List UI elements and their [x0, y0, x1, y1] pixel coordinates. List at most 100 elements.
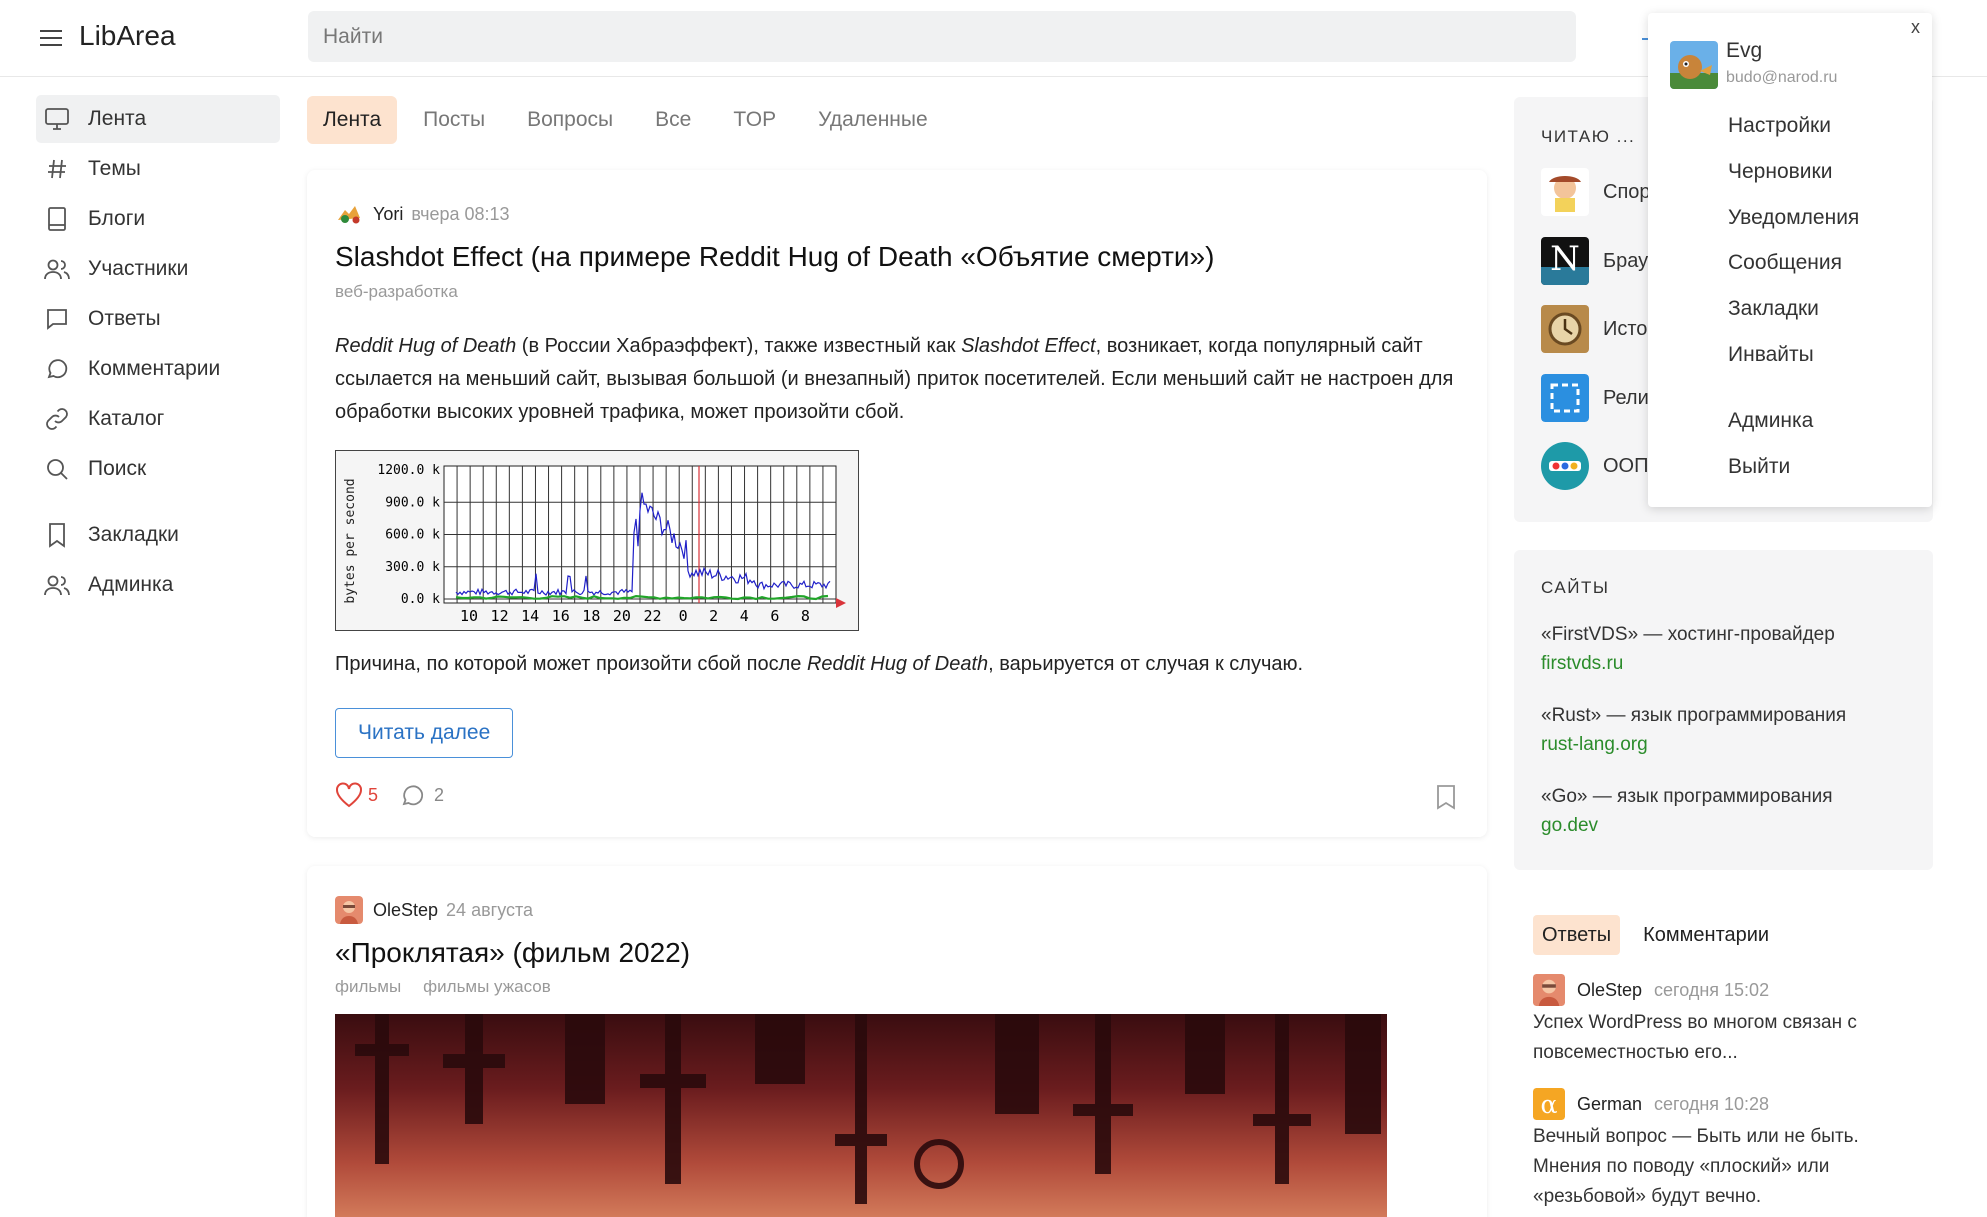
app: LibArea Лента Темы Блоги Участники Ответ… — [0, 0, 1987, 1217]
reading-title: ЧИТАЮ ... — [1541, 127, 1636, 146]
nav-item-search[interactable]: Поиск — [36, 445, 280, 493]
hash-icon — [42, 154, 72, 184]
graph-xtick: 8 — [801, 607, 810, 625]
user-avatar[interactable] — [1670, 41, 1718, 89]
nav-item-comments[interactable]: Комментарии — [36, 345, 280, 393]
nav-item-admin[interactable]: Админка — [36, 561, 280, 609]
answer-text[interactable]: Вечный вопрос — Быть или не быть. Мнения… — [1533, 1122, 1913, 1212]
answer-text[interactable]: Успех WordPress во многом связан с повсе… — [1533, 1008, 1913, 1068]
post-author[interactable]: OleStep — [373, 900, 438, 921]
site-item: «Rust» — язык программирования rust-lang… — [1541, 701, 1846, 759]
nav-item-catalog[interactable]: Каталог — [36, 395, 280, 443]
post-tag[interactable]: веб-разработка — [335, 282, 458, 302]
like-count: 5 — [368, 784, 379, 805]
nav-label: Ответы — [88, 307, 161, 330]
graph-xtick: 4 — [740, 607, 749, 625]
comments-link[interactable]: 2 — [400, 782, 444, 808]
search-input[interactable] — [308, 11, 1576, 62]
nav-item-answers[interactable]: Ответы — [36, 295, 280, 343]
post-tag[interactable]: фильмы ужасов — [423, 977, 551, 997]
reading-item[interactable]: Спор — [1541, 168, 1651, 216]
nav-label: Комментарии — [88, 357, 221, 380]
graph-xtick: 16 — [552, 607, 570, 625]
menu-icon[interactable] — [40, 30, 62, 47]
menu-item-notifications[interactable]: Уведомления — [1728, 206, 1859, 230]
bookmark-icon[interactable] — [1435, 784, 1457, 810]
nav-item-topics[interactable]: Темы — [36, 145, 280, 193]
users-icon — [42, 570, 72, 600]
user-dropdown: x Evg budo@narod.ru Настройки Черновики … — [1648, 13, 1932, 507]
post-text: , варьируется от случая к случаю. — [988, 653, 1304, 675]
graph-ytick: 1200.0 k — [377, 463, 440, 478]
nav-item-members[interactable]: Участники — [36, 245, 280, 293]
reading-item[interactable]: Рели — [1541, 374, 1649, 422]
reading-item[interactable]: Исто — [1541, 305, 1647, 353]
reading-label: ООП — [1603, 454, 1649, 477]
nav-label: Поиск — [88, 457, 147, 480]
reading-label: Спор — [1603, 180, 1651, 203]
post-title[interactable]: «Проклятая» (фильм 2022) — [335, 937, 690, 969]
answer-author[interactable]: OleStep — [1577, 975, 1642, 1005]
graph-xtick: 2 — [709, 607, 718, 625]
tab-all[interactable]: Все — [639, 96, 707, 144]
answer-author[interactable]: German — [1577, 1089, 1642, 1119]
book-icon — [42, 204, 72, 234]
message-square-icon — [42, 304, 72, 334]
tab-deleted[interactable]: Удаленные — [802, 96, 944, 144]
site-link[interactable]: firstvds.ru — [1541, 649, 1835, 678]
bookmark-icon — [42, 520, 72, 550]
graph-yticks: 1200.0 k 900.0 k 600.0 k 300.0 k 0.0 k — [377, 463, 440, 607]
post-actions: 5 2 — [335, 782, 444, 808]
reading-item[interactable]: ООП — [1541, 442, 1649, 490]
graph-xtick: 0 — [679, 607, 688, 625]
avatar[interactable]: α — [1533, 1088, 1565, 1120]
graph-xtick: 20 — [613, 607, 631, 625]
nav-label: Участники — [88, 257, 189, 280]
nav-item-blogs[interactable]: Блоги — [36, 195, 280, 243]
menu-item-messages[interactable]: Сообщения — [1728, 251, 1842, 275]
site-link[interactable]: rust-lang.org — [1541, 730, 1846, 759]
feed-tabs: Лента Посты Вопросы Все TOP Удаленные — [307, 96, 944, 144]
close-icon[interactable]: x — [1911, 17, 1920, 38]
tab-feed[interactable]: Лента — [307, 96, 398, 144]
blog-avatar — [1541, 374, 1589, 422]
avatar[interactable] — [335, 200, 363, 228]
avatar[interactable] — [1533, 974, 1565, 1006]
answer-item: α German сегодня 10:28 Вечный вопрос — Б… — [1533, 1088, 1913, 1212]
post-tag[interactable]: фильмы — [335, 977, 401, 997]
heart-icon — [336, 782, 362, 808]
menu-item-admin[interactable]: Админка — [1728, 409, 1813, 433]
nav-item-bookmarks[interactable]: Закладки — [36, 511, 280, 559]
site-link[interactable]: go.dev — [1541, 811, 1833, 840]
menu-item-invites[interactable]: Инвайты — [1728, 343, 1814, 367]
nav-item-feed[interactable]: Лента — [36, 95, 280, 143]
answer-date: сегодня 10:28 — [1654, 1094, 1770, 1114]
monitor-icon — [42, 104, 72, 134]
reading-item[interactable]: N Брау — [1541, 237, 1648, 285]
tab-posts[interactable]: Посты — [407, 96, 501, 144]
reading-label: Исто — [1603, 317, 1648, 340]
svg-text:N: N — [1550, 239, 1580, 279]
tab-questions[interactable]: Вопросы — [511, 96, 629, 144]
left-nav: Лента Темы Блоги Участники Ответы Коммен… — [36, 95, 280, 611]
graph-ytick: 0.0 k — [401, 592, 440, 607]
site-item: «Go» — язык программирования go.dev — [1541, 782, 1833, 840]
nav-label: Лента — [88, 107, 147, 130]
menu-item-settings[interactable]: Настройки — [1728, 114, 1831, 138]
post-author[interactable]: Yori — [373, 204, 403, 225]
post-text: Причина, по которой может произойти сбой… — [335, 653, 807, 675]
logo[interactable]: LibArea — [79, 20, 176, 52]
menu-item-bookmarks[interactable]: Закладки — [1728, 297, 1819, 321]
tab-answers[interactable]: Ответы — [1533, 915, 1621, 955]
tab-top[interactable]: TOP — [717, 96, 792, 144]
read-more-button[interactable]: Читать далее — [335, 708, 514, 758]
menu-item-drafts[interactable]: Черновики — [1728, 160, 1832, 184]
post-title[interactable]: Slashdot Effect (на примере Reddit Hug o… — [335, 241, 1214, 273]
tab-comments[interactable]: Комментарии — [1634, 915, 1778, 955]
avatar[interactable] — [335, 896, 363, 924]
menu-item-logout[interactable]: Выйти — [1728, 455, 1790, 479]
post-card: Yori вчера 08:13 Slashdot Effect (на при… — [307, 170, 1487, 837]
comment-icon — [402, 785, 424, 806]
site-item: «FirstVDS» — хостинг-провайдер firstvds.… — [1541, 620, 1835, 678]
like-button[interactable]: 5 — [335, 782, 378, 808]
